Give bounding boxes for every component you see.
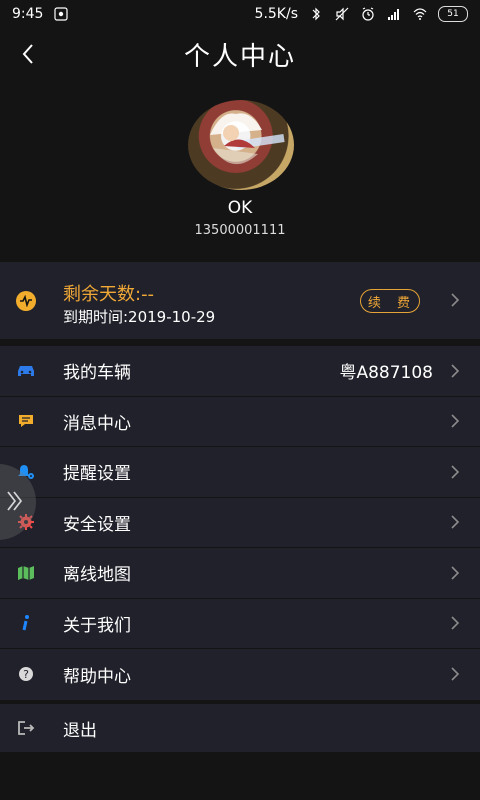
battery-indicator: 51 — [438, 6, 468, 22]
logout-button[interactable]: 退出 — [0, 704, 480, 752]
map-icon — [16, 563, 36, 583]
chevron-right-icon — [451, 616, 460, 630]
menu-label-help: 帮助中心 — [63, 666, 131, 687]
logout-label: 退出 — [63, 720, 97, 741]
remaining-days: 剩余天数:-- — [63, 284, 155, 305]
menu-item-help[interactable]: ? 帮助中心 — [0, 649, 480, 700]
car-icon — [16, 361, 36, 381]
menu-label-about: 关于我们 — [63, 615, 131, 636]
menu-label-reminders: 提醒设置 — [63, 464, 131, 485]
info-icon — [16, 613, 36, 633]
chevron-left-icon — [22, 44, 33, 64]
back-button[interactable] — [14, 36, 42, 72]
menu-label-vehicle: 我的车辆 — [63, 363, 131, 384]
network-speed-text: 5.5K/s — [254, 6, 298, 22]
chevron-right-icon — [451, 515, 460, 529]
chevron-right-icon — [451, 414, 460, 428]
chevron-right-icon — [451, 465, 460, 479]
membership-card[interactable]: 剩余天数:-- 到期时间:2019-10-29 续 费 — [0, 262, 480, 339]
status-time: 9:45 — [12, 6, 44, 22]
menu-item-reminders[interactable]: 提醒设置 — [0, 447, 480, 498]
menu-label-messages: 消息中心 — [63, 413, 131, 434]
menu-item-offline-map[interactable]: 离线地图 — [0, 548, 480, 599]
chevron-right-icon — [451, 566, 460, 580]
vehicle-plate: 粤A887108 — [339, 363, 433, 384]
renew-button[interactable]: 续 费 — [360, 289, 420, 313]
menu-item-security[interactable]: 安全设置 — [0, 498, 480, 548]
nickname: OK — [227, 198, 253, 218]
expiry-date: 到期时间:2019-10-29 — [63, 308, 216, 326]
double-chevron-right-icon — [7, 491, 23, 511]
help-icon: ? — [16, 664, 36, 684]
message-icon — [16, 411, 36, 431]
title-bar: 个人中心 — [0, 28, 480, 80]
menu-label-security: 安全设置 — [63, 514, 131, 535]
avatar[interactable] — [188, 100, 294, 190]
menu-item-messages[interactable]: 消息中心 — [0, 397, 480, 447]
chevron-right-icon — [451, 667, 460, 681]
chevron-right-icon — [451, 293, 460, 307]
menu-item-about[interactable]: 关于我们 — [0, 599, 480, 649]
settings-menu: 我的车辆 粤A887108 消息中心 提醒设置 安全设置 离线地图 关于我们 ?… — [0, 346, 480, 700]
heartbeat-icon — [16, 291, 36, 311]
status-app-icon — [54, 7, 69, 21]
logout-icon — [16, 718, 36, 738]
bluetooth-icon — [312, 7, 320, 21]
wifi-icon — [413, 8, 427, 20]
menu-label-offline-map: 离线地图 — [63, 565, 131, 586]
alarm-icon — [362, 7, 374, 21]
svg-text:?: ? — [23, 668, 29, 681]
menu-item-vehicle[interactable]: 我的车辆 粤A887108 — [0, 346, 480, 397]
chevron-right-icon — [451, 364, 460, 378]
page-title: 个人中心 — [183, 41, 296, 72]
phone-number: 13500001111 — [194, 223, 286, 238]
mute-icon — [335, 7, 349, 21]
signal-icon — [388, 9, 399, 20]
status-bar: 9:45 5.5K/s 51 — [0, 0, 480, 28]
